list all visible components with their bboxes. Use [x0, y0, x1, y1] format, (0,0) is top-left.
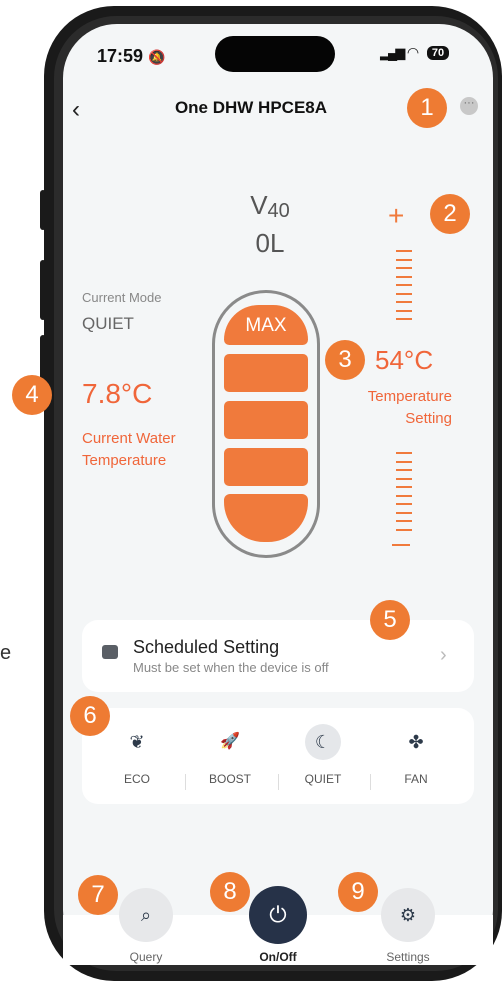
temperature-setting-label: Temperature Setting: [367, 388, 452, 427]
temperature-tick: [396, 275, 412, 278]
fan-icon: ✤: [408, 732, 424, 752]
mode-divider: [278, 774, 279, 790]
current-mode-value: QUIET: [82, 314, 134, 333]
mode-eco-button[interactable]: ❦ ECO: [97, 724, 177, 786]
temperature-tick: [396, 452, 412, 454]
query-label: Query: [129, 950, 163, 964]
tank-level-segment: [224, 448, 308, 486]
callout-badge-8: 8: [210, 872, 250, 912]
power-icon: ⏻: [269, 902, 287, 927]
signal-icon: ▂▄▆: [380, 45, 405, 60]
decrease-temperature-button[interactable]: [392, 544, 410, 546]
tank-volume: 0L: [255, 228, 285, 258]
temperature-tick: [396, 477, 412, 480]
increase-temperature-button[interactable]: +: [388, 200, 404, 232]
moon-icon: ☾: [305, 724, 341, 760]
volume-up-button: [40, 260, 46, 320]
temperature-tick: [396, 520, 412, 522]
schedule-icon: [102, 645, 118, 659]
tank-level-segment: [224, 401, 308, 439]
temperature-tick: [396, 460, 412, 463]
mode-quiet-label: QUIET: [304, 772, 342, 786]
edge-text: e: [0, 642, 12, 664]
mute-switch: [40, 190, 46, 230]
mode-fan-button[interactable]: ✤ FAN: [376, 724, 456, 786]
mode-boost-button[interactable]: 🚀 BOOST: [190, 724, 270, 786]
rocket-icon: 🚀: [220, 733, 240, 750]
callout-badge-1: 1: [407, 88, 447, 128]
temperature-tick: [396, 301, 412, 303]
power-label: On/Off: [259, 950, 297, 964]
callout-badge-6: 6: [70, 696, 110, 736]
current-mode-label: Current Mode: [82, 290, 162, 305]
settings-label: Settings: [386, 950, 430, 964]
bell-slash-icon: 🔕: [148, 49, 166, 65]
mode-quiet-button[interactable]: ☾ QUIET: [283, 724, 363, 786]
mode-divider: [185, 774, 186, 790]
temperature-tick: [396, 528, 412, 531]
power-button[interactable]: ⏻: [249, 886, 307, 944]
callout-badge-9: 9: [338, 872, 378, 912]
mode-boost-label: BOOST: [208, 772, 251, 786]
temperature-tick: [396, 292, 412, 295]
callout-badge-2: 2: [430, 194, 470, 234]
current-water-temperature-label: Current Water Temperature: [82, 430, 176, 469]
mode-fan-label: FAN: [404, 772, 428, 786]
status-time: 17:59 🔕: [97, 46, 166, 66]
callout-badge-3: 3: [325, 340, 365, 380]
gear-icon: ⚙: [399, 905, 417, 925]
scheduled-setting-title: Scheduled Setting: [133, 637, 280, 657]
temperature-setting-value: 54°C: [375, 345, 434, 375]
query-button[interactable]: ⌕: [119, 888, 173, 942]
wifi-icon: ◠: [407, 44, 419, 60]
callout-badge-4: 4: [12, 375, 52, 415]
temperature-tick: [396, 503, 412, 505]
status-indicators: ▂▄▆ ◠ 70: [380, 44, 450, 62]
magnifier-icon: ⌕: [140, 905, 152, 925]
tank-model: V40: [250, 190, 290, 222]
temperature-tick: [396, 494, 412, 497]
mode-eco-label: ECO: [123, 772, 150, 786]
scheduled-setting-subtitle: Must be set when the device is off: [133, 660, 329, 675]
temperature-tick: [396, 284, 412, 286]
chevron-right-icon: ›: [440, 644, 447, 666]
current-water-temperature: 7.8°C: [82, 378, 153, 409]
temperature-tick: [396, 309, 412, 312]
mode-divider: [370, 774, 371, 790]
temperature-tick: [396, 250, 412, 252]
temperature-tick: [396, 267, 412, 269]
tank-level-segment: [224, 354, 308, 392]
temperature-tick: [396, 469, 412, 471]
settings-button[interactable]: ⚙: [381, 888, 435, 942]
leaf-icon: ❦: [129, 732, 145, 752]
callout-badge-7: 7: [78, 875, 118, 915]
battery-indicator: 70: [426, 45, 450, 60]
callout-badge-5: 5: [370, 600, 410, 640]
temperature-tick: [396, 318, 412, 320]
more-icon[interactable]: ···: [460, 97, 478, 115]
temperature-tick: [396, 511, 412, 514]
temperature-tick: [396, 258, 412, 261]
temperature-tick: [396, 486, 412, 488]
dynamic-island: [215, 36, 335, 72]
